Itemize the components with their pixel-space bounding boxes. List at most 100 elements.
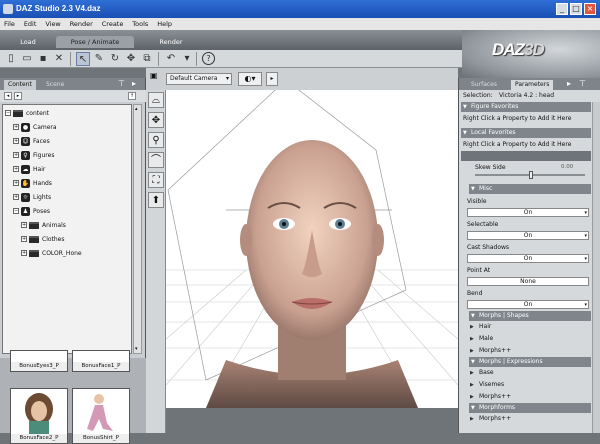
select-tool-icon[interactable]: ↖ <box>76 52 90 66</box>
content-nav-bar: ◂ ▸ ↑ <box>0 90 146 102</box>
tree-item-camera[interactable]: + ● Camera <box>13 121 57 133</box>
minimize-button[interactable]: _ <box>556 3 568 15</box>
section-local-favorites[interactable]: Local Favorites <box>461 128 591 138</box>
section-morphs-expressions[interactable]: Morphs | Expressions <box>469 357 591 367</box>
3d-viewport[interactable] <box>166 90 458 408</box>
panel-menu-icon[interactable]: ▸ <box>132 79 136 88</box>
panel-menu-icon[interactable]: ▸ <box>567 79 571 88</box>
tab-surfaces[interactable]: Surfaces <box>467 80 501 90</box>
tree-item-poses[interactable]: − ♟ Poses <box>13 205 50 217</box>
forward-icon[interactable]: ▸ <box>14 92 22 100</box>
group-hair[interactable]: Hair <box>469 322 589 332</box>
right-panel-tabs: Surfaces Parameters ▸ ⊤ <box>459 78 600 90</box>
visible-select[interactable]: On ▾ <box>467 208 589 217</box>
parameters-panel: Surfaces Parameters ▸ ⊤ Selection: Victo… <box>458 78 600 433</box>
frame-icon[interactable]: ⛶ <box>148 172 164 188</box>
scroll-up-icon[interactable]: ▴ <box>135 106 141 112</box>
scale-tool-icon[interactable]: ⧉ <box>140 52 154 66</box>
menu-tools[interactable]: Tools <box>128 18 151 28</box>
group-visemes[interactable]: Visemes <box>469 380 589 390</box>
viewport-menu-icon[interactable]: ▣ <box>150 71 162 85</box>
delete-icon[interactable]: ✕ <box>52 52 66 66</box>
tree-item-content[interactable]: − content <box>5 107 49 119</box>
menu-render[interactable]: Render <box>66 18 96 28</box>
new-icon[interactable]: ▯ <box>4 52 18 66</box>
prop-label-bend: Bend <box>467 290 483 297</box>
parameters-scrollbar[interactable] <box>592 102 600 433</box>
group-expr-morphs-plus[interactable]: Morphs++ <box>469 392 589 402</box>
tree-item-faces[interactable]: + ☺ Faces <box>13 135 50 147</box>
thumbnail-bonus-shirt[interactable]: BonusShirt_P <box>72 388 130 444</box>
cast-shadows-select[interactable]: On ▾ <box>467 254 589 263</box>
slider-handle[interactable] <box>529 171 533 179</box>
group-morphforms-plus[interactable]: Morphs++ <box>469 414 589 424</box>
thumbnail-top-left[interactable]: BonusEyes3_P <box>10 350 68 372</box>
bend-select[interactable]: On ▾ <box>467 300 589 309</box>
camera-orbit-icon[interactable]: ⌓ <box>148 92 164 108</box>
hair-icon: ☁ <box>21 164 30 174</box>
viewport-tools: ⌓ ✥ ⚲ ⌒ ⛶ ⬆ <box>146 90 166 433</box>
tree-item-lights[interactable]: + ☼ Lights <box>13 191 51 203</box>
group-male[interactable]: Male <box>469 334 589 344</box>
rotate-camera-icon[interactable]: ⌒ <box>148 152 164 168</box>
camera-select[interactable]: Default Camera ▾ <box>166 73 232 85</box>
menu-create[interactable]: Create <box>98 18 127 28</box>
section-figure-favorites[interactable]: Figure Favorites <box>461 102 591 112</box>
pin-icon[interactable]: ⊤ <box>118 79 125 88</box>
selectable-select[interactable]: On ▾ <box>467 231 589 240</box>
pin-icon[interactable]: ⊤ <box>579 79 586 88</box>
translate-tool-icon[interactable]: ✥ <box>124 52 138 66</box>
menu-file[interactable]: File <box>0 18 18 28</box>
menu-view[interactable]: View <box>41 18 63 28</box>
section-morphs-shapes[interactable]: Morphs | Shapes <box>469 311 591 321</box>
dropdown-arrow-icon[interactable]: ▾ <box>180 52 194 66</box>
aim-icon[interactable]: ⬆ <box>148 192 164 208</box>
undo-icon[interactable]: ↶ <box>164 52 178 66</box>
tab-load[interactable]: Load <box>3 36 53 48</box>
thumbnail-top-right[interactable]: BonusFace1_P <box>72 350 130 372</box>
group-morphs-plus[interactable]: Morphs++ <box>469 346 589 356</box>
point-at-field[interactable]: None <box>467 277 589 286</box>
logo-3d: 3D <box>523 40 545 59</box>
tab-pose-animate[interactable]: Pose / Animate <box>56 36 134 48</box>
menu-edit[interactable]: Edit <box>20 18 40 28</box>
up-folder-icon[interactable]: ↑ <box>128 92 136 100</box>
local-favorites-hint: Right Click a Property to Add it Here <box>463 141 572 148</box>
back-icon[interactable]: ◂ <box>4 92 12 100</box>
tree-item-hands[interactable]: + ✋ Hands <box>13 177 52 189</box>
selection-value: Victoria 4.2 : head <box>499 92 555 99</box>
help-icon[interactable]: ? <box>202 52 215 65</box>
section-misc[interactable]: Misc <box>469 184 591 194</box>
draw-style-icon[interactable]: ◐▾ <box>238 72 262 86</box>
folder-icon <box>29 249 39 257</box>
maximize-button[interactable]: □ <box>570 3 582 15</box>
tree-item-clothes[interactable]: + Clothes <box>21 233 65 245</box>
tree-item-color-hone[interactable]: + COLOR_Hone <box>21 247 82 259</box>
node-tool-icon[interactable]: ✎ <box>92 52 106 66</box>
tree-item-figures[interactable]: + ♀ Figures <box>13 149 54 161</box>
folder-icon <box>29 235 39 243</box>
close-button[interactable]: × <box>584 3 596 15</box>
save-icon[interactable]: ▪ <box>36 52 50 66</box>
tab-parameters[interactable]: Parameters <box>511 80 554 90</box>
thumbnail-bonus-face2[interactable]: BonusFace2_P <box>10 388 68 444</box>
rotate-tool-icon[interactable]: ↻ <box>108 52 122 66</box>
scroll-down-icon[interactable]: ▾ <box>135 346 141 352</box>
group-base[interactable]: Base <box>469 368 589 378</box>
tree-item-animals[interactable]: + Animals <box>21 219 66 231</box>
tab-render[interactable]: Render <box>136 36 206 48</box>
prop-label-point-at: Point At <box>467 267 491 274</box>
tab-content[interactable]: Content <box>4 80 36 90</box>
open-icon[interactable]: ▭ <box>20 52 34 66</box>
light-icon: ☼ <box>21 192 30 202</box>
expand-icon[interactable]: ▸ <box>266 72 278 86</box>
menu-bar: File Edit View Render Create Tools Help <box>0 18 600 30</box>
zoom-icon[interactable]: ⚲ <box>148 132 164 148</box>
tree-scrollbar[interactable]: ▴ ▾ <box>133 104 142 354</box>
tab-scene[interactable]: Scene <box>42 80 68 90</box>
section-morphforms[interactable]: Morphforms <box>469 403 591 413</box>
pan-icon[interactable]: ✥ <box>148 112 164 128</box>
menu-help[interactable]: Help <box>153 18 175 28</box>
figure-icon: ♀ <box>21 150 30 160</box>
tree-item-hair[interactable]: + ☁ Hair <box>13 163 45 175</box>
